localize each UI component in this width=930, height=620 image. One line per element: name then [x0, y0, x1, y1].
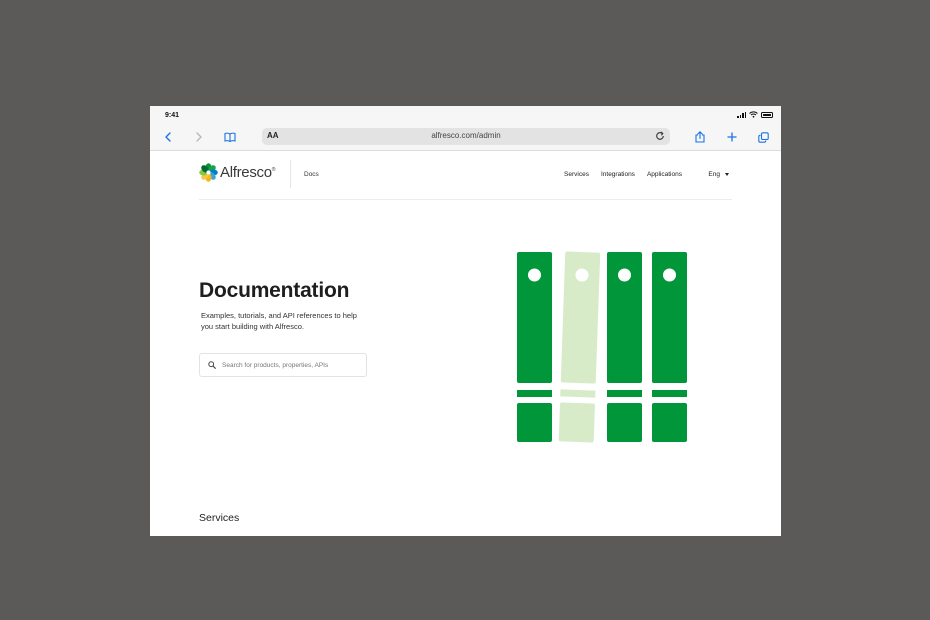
url-text[interactable]: alfresco.com/admin [262, 131, 670, 140]
wifi-icon [749, 111, 758, 118]
nav-applications[interactable]: Applications [647, 171, 682, 178]
share-icon[interactable] [693, 130, 707, 144]
tablet-screen: 9:41 AA alfresco.com/admin Alfresco® Doc… [150, 106, 781, 536]
binder-3 [607, 252, 642, 442]
docs-link[interactable]: Docs [304, 171, 319, 178]
forward-icon[interactable] [192, 130, 206, 144]
binder-4 [652, 252, 687, 442]
services-heading: Services [199, 512, 240, 524]
cellular-signal-icon [737, 111, 746, 118]
site-header: Alfresco® Docs Services Integrations App… [199, 150, 732, 200]
address-bar[interactable]: AA alfresco.com/admin [262, 128, 670, 145]
nav-integrations[interactable]: Integrations [601, 171, 635, 178]
status-icons [737, 111, 773, 118]
page-title: Documentation [199, 279, 350, 302]
back-icon[interactable] [161, 130, 175, 144]
binder-2 [558, 251, 601, 443]
tabs-icon[interactable] [756, 130, 770, 144]
caret-down-icon [725, 173, 729, 176]
hero-description: Examples, tutorials, and API references … [201, 311, 357, 331]
search-icon [208, 361, 216, 369]
header-divider [290, 160, 291, 188]
reload-icon[interactable] [655, 131, 665, 141]
browser-toolbar: 9:41 AA alfresco.com/admin [150, 106, 781, 151]
search-box[interactable] [199, 353, 367, 377]
language-label: Eng [708, 171, 720, 178]
search-input[interactable] [222, 358, 362, 372]
bookmarks-icon[interactable] [223, 130, 237, 144]
new-tab-icon[interactable] [725, 130, 739, 144]
binder-1 [517, 252, 552, 442]
logo-wordmark: Alfresco® [220, 164, 276, 181]
alfresco-logo[interactable]: Alfresco® [199, 163, 276, 182]
battery-icon [761, 111, 773, 118]
language-selector[interactable]: Eng [708, 171, 729, 178]
alfresco-flower-icon [199, 163, 218, 182]
top-navigation: Services Integrations Applications [564, 171, 682, 178]
binders-illustration [517, 251, 687, 443]
status-time: 9:41 [165, 112, 180, 119]
nav-services[interactable]: Services [564, 171, 589, 178]
